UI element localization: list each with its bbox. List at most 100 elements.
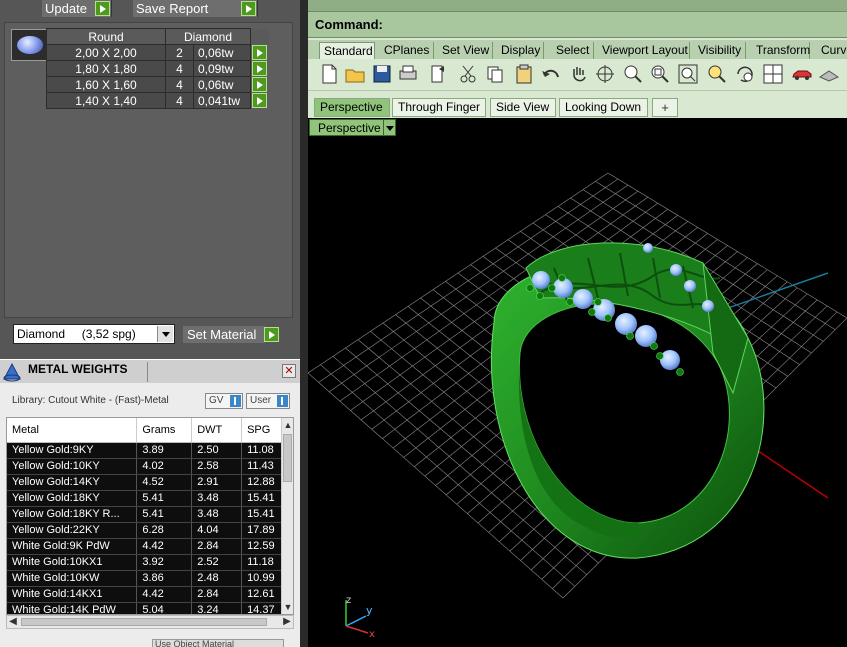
grams-cell: 5.41 [136, 506, 193, 523]
stone-row-go-icon[interactable] [252, 76, 267, 92]
scroll-thumb[interactable] [21, 618, 267, 626]
table-row[interactable]: Yellow Gold:14KY 4.52 2.91 12.88 [7, 474, 285, 491]
update-go-icon[interactable] [95, 1, 110, 16]
tab-label: Viewport Layout [602, 43, 688, 57]
close-icon[interactable]: ✕ [282, 364, 296, 378]
zoom-selected-icon[interactable] [706, 63, 728, 85]
viewport-label[interactable]: Perspective [309, 119, 384, 136]
stone-size: 1,80 X 1,80 [46, 60, 166, 77]
stone-row: 1,60 X 1,60 4 0,06tw [46, 76, 269, 93]
tab-label: Visibility [698, 43, 742, 57]
tab-label: Select [556, 43, 590, 57]
table-row[interactable]: Yellow Gold:9KY 3.89 2.50 11.08 [7, 442, 285, 459]
table-row[interactable]: White Gold:14KX1 4.42 2.84 12.61 [7, 586, 285, 603]
perspective-viewport[interactable]: z y x Perspective [308, 118, 847, 647]
save-report-label: Save Report [136, 1, 209, 16]
save-report-button[interactable]: Save Report [133, 0, 258, 17]
round-diamond-icon [11, 29, 47, 61]
chevron-down-icon[interactable] [384, 119, 396, 136]
scroll-down-icon[interactable]: ▼ [283, 602, 293, 612]
tab-standard[interactable]: Standard [319, 42, 375, 59]
zoom-window-icon[interactable] [649, 63, 671, 85]
col-metal-header[interactable]: Metal [7, 418, 138, 443]
rotate-view-icon[interactable] [594, 63, 616, 85]
vertical-scrollbar[interactable]: ▲ ▼ [281, 418, 293, 614]
set-material-button[interactable]: Set Material [183, 326, 265, 343]
panel-divider[interactable] [300, 0, 308, 647]
scroll-thumb[interactable] [283, 434, 292, 482]
import-icon[interactable] [427, 63, 449, 85]
car-icon[interactable] [791, 63, 813, 85]
stone-row: 1,40 X 1,40 4 0,041tw [46, 92, 269, 109]
stone-row-go-icon[interactable] [252, 44, 267, 60]
viewport-tab-through-finger[interactable]: Through Finger [392, 98, 486, 117]
grams-cell: 5.41 [136, 490, 193, 507]
command-history [308, 0, 847, 12]
pan-hand-icon[interactable] [568, 63, 590, 85]
col-spg-header[interactable]: SPG [241, 418, 285, 443]
viewport-tab-side-view[interactable]: Side View [490, 98, 556, 117]
add-viewport-tab-button[interactable]: + [652, 98, 678, 117]
table-row[interactable]: Yellow Gold:18KY 5.41 3.48 15.41 [7, 490, 285, 507]
gv-toggle[interactable]: GV [205, 393, 243, 409]
dwt-cell: 2.58 [191, 458, 243, 475]
four-viewports-icon[interactable] [762, 63, 784, 85]
open-folder-icon[interactable] [344, 63, 366, 85]
stone-row-go-icon[interactable] [252, 60, 267, 76]
tab-visibility[interactable]: Visibility [694, 42, 746, 59]
col-grams-header[interactable]: Grams [136, 418, 193, 443]
tab-curve[interactable]: Curve [817, 42, 847, 59]
save-report-go-icon[interactable] [241, 1, 256, 16]
axis-y-label: y [366, 604, 373, 617]
command-bar[interactable]: Command: [308, 12, 847, 38]
rotate-camera-icon[interactable] [734, 63, 756, 85]
col-dwt-header[interactable]: DWT [191, 418, 243, 443]
cut-icon[interactable] [457, 63, 479, 85]
stone-size: 1,40 X 1,40 [46, 92, 166, 109]
table-row[interactable]: White Gold:10KW 3.86 2.48 10.99 [7, 570, 285, 587]
save-icon[interactable] [371, 63, 393, 85]
scroll-left-icon[interactable]: ◀ [7, 616, 19, 628]
stone-weight: 0,09tw [193, 60, 251, 77]
undo-icon[interactable] [540, 63, 562, 85]
table-row[interactable]: White Gold:9K PdW 4.42 2.84 12.59 [7, 538, 285, 555]
material-select-value: Diamond (3,52 spg) [17, 327, 136, 341]
ring-model[interactable] [490, 242, 765, 559]
horizontal-scrollbar[interactable]: ◀ ▶ [6, 615, 294, 629]
scroll-up-icon[interactable]: ▲ [283, 420, 293, 430]
table-row[interactable]: Yellow Gold:18KY R... 5.41 3.48 15.41 [7, 506, 285, 523]
zoom-icon[interactable] [622, 63, 644, 85]
paste-icon[interactable] [513, 63, 535, 85]
copy-icon[interactable] [484, 63, 506, 85]
set-material-go-icon[interactable] [264, 327, 279, 342]
scroll-right-icon[interactable]: ▶ [281, 616, 293, 628]
table-row[interactable]: Yellow Gold:22KY 6.28 4.04 17.89 [7, 522, 285, 539]
viewport-tab-perspective[interactable]: Perspective [314, 98, 390, 117]
user-toggle[interactable]: User [246, 393, 290, 409]
viewport-scene[interactable]: z y x [308, 118, 847, 647]
tab-label: Curve [821, 43, 847, 57]
dwt-cell: 2.52 [191, 554, 243, 571]
table-row[interactable]: White Gold:14K PdW 5.04 3.24 14.37 [7, 602, 285, 614]
chevron-down-icon[interactable] [157, 326, 173, 342]
tab-set-view[interactable]: Set View [438, 42, 493, 59]
viewport-tab-looking-down[interactable]: Looking Down [559, 98, 648, 117]
tab-viewport-layout[interactable]: Viewport Layout [598, 42, 690, 59]
dwt-cell: 2.84 [191, 538, 243, 555]
tab-transform[interactable]: Transform [752, 42, 810, 59]
zoom-extents-icon[interactable] [677, 63, 699, 85]
tab-cplanes[interactable]: CPlanes [380, 42, 434, 59]
metal-weights-table-wrap: Metal Grams DWT SPG Yellow Gold:9KY 3.89 2… [6, 417, 294, 615]
tab-display[interactable]: Display [497, 42, 544, 59]
plane-icon[interactable] [818, 63, 840, 85]
object-material-select[interactable]: Use Object Material [152, 639, 284, 647]
material-select[interactable]: Diamond (3,52 spg) [13, 324, 175, 344]
tab-select[interactable]: Select [552, 42, 594, 59]
grams-cell: 3.92 [136, 554, 193, 571]
grams-cell: 3.89 [136, 442, 193, 459]
stone-row-go-icon[interactable] [252, 92, 267, 108]
new-file-icon[interactable] [318, 63, 340, 85]
print-icon[interactable] [397, 63, 419, 85]
table-row[interactable]: White Gold:10KX1 3.92 2.52 11.18 [7, 554, 285, 571]
table-row[interactable]: Yellow Gold:10KY 4.02 2.58 11.43 [7, 458, 285, 475]
